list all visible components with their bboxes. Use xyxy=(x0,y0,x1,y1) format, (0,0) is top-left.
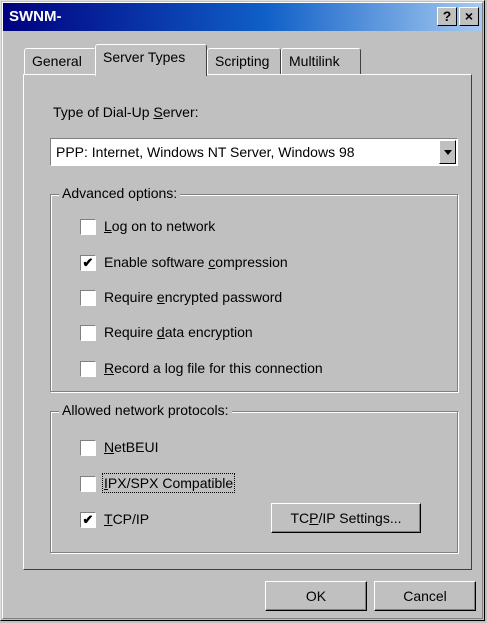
checkbox-label: Record a log file for this connection xyxy=(104,360,323,376)
tab-scripting[interactable]: Scripting xyxy=(207,48,281,74)
checkbox-label: Require data encryption xyxy=(104,324,253,340)
network-protocols-title: Allowed network protocols: xyxy=(59,402,232,418)
tab-general[interactable]: General xyxy=(24,48,96,74)
tab-server-types-label: Server Types xyxy=(103,49,186,65)
tab-general-label: General xyxy=(32,53,82,69)
checkbox-box[interactable] xyxy=(80,290,96,306)
tab-server-types[interactable]: Server Types xyxy=(95,44,207,76)
checkbox-label: Require encrypted password xyxy=(104,289,283,305)
checkbox-box[interactable] xyxy=(80,219,96,235)
checkbox-box[interactable] xyxy=(80,361,96,377)
dialog-window: SWNM- ? × General Server Types Scripting… xyxy=(0,0,485,621)
help-button[interactable]: ? xyxy=(437,7,457,26)
advanced-options-title: Advanced options: xyxy=(59,185,181,201)
checkbox-label: Enable software compression xyxy=(104,254,288,270)
tab-scripting-label: Scripting xyxy=(215,53,270,69)
checkbox-box[interactable] xyxy=(80,440,96,456)
window-title: SWNM- xyxy=(9,8,62,25)
tcp-ip-settings-button[interactable]: TCP/IP Settings... xyxy=(271,503,421,533)
server-type-select[interactable]: PPP: Internet, Windows NT Server, Window… xyxy=(50,138,458,166)
server-type-value: PPP: Internet, Windows NT Server, Window… xyxy=(56,144,355,160)
checkbox-box[interactable] xyxy=(80,325,96,341)
title-bar[interactable]: SWNM- ? × xyxy=(3,3,482,31)
checkbox-label: NetBEUI xyxy=(104,439,159,455)
close-button[interactable]: × xyxy=(459,7,479,26)
server-type-label: Type of Dial-Up Server: xyxy=(53,104,199,120)
cancel-button[interactable]: Cancel xyxy=(374,581,476,611)
tab-multilink-label: Multilink xyxy=(289,53,340,69)
checkbox-box[interactable]: ✔ xyxy=(80,255,96,271)
dropdown-arrow-icon[interactable] xyxy=(439,140,456,164)
ok-button[interactable]: OK xyxy=(265,581,367,611)
checkbox-label: Log on to network xyxy=(104,218,216,234)
checkbox-label: TCP/IP xyxy=(104,511,150,527)
tab-multilink[interactable]: Multilink xyxy=(281,48,361,74)
checkbox-box[interactable]: ✔ xyxy=(80,512,96,528)
checkbox-box[interactable] xyxy=(80,476,96,492)
checkbox-label: IPX/SPX Compatible xyxy=(101,473,236,493)
